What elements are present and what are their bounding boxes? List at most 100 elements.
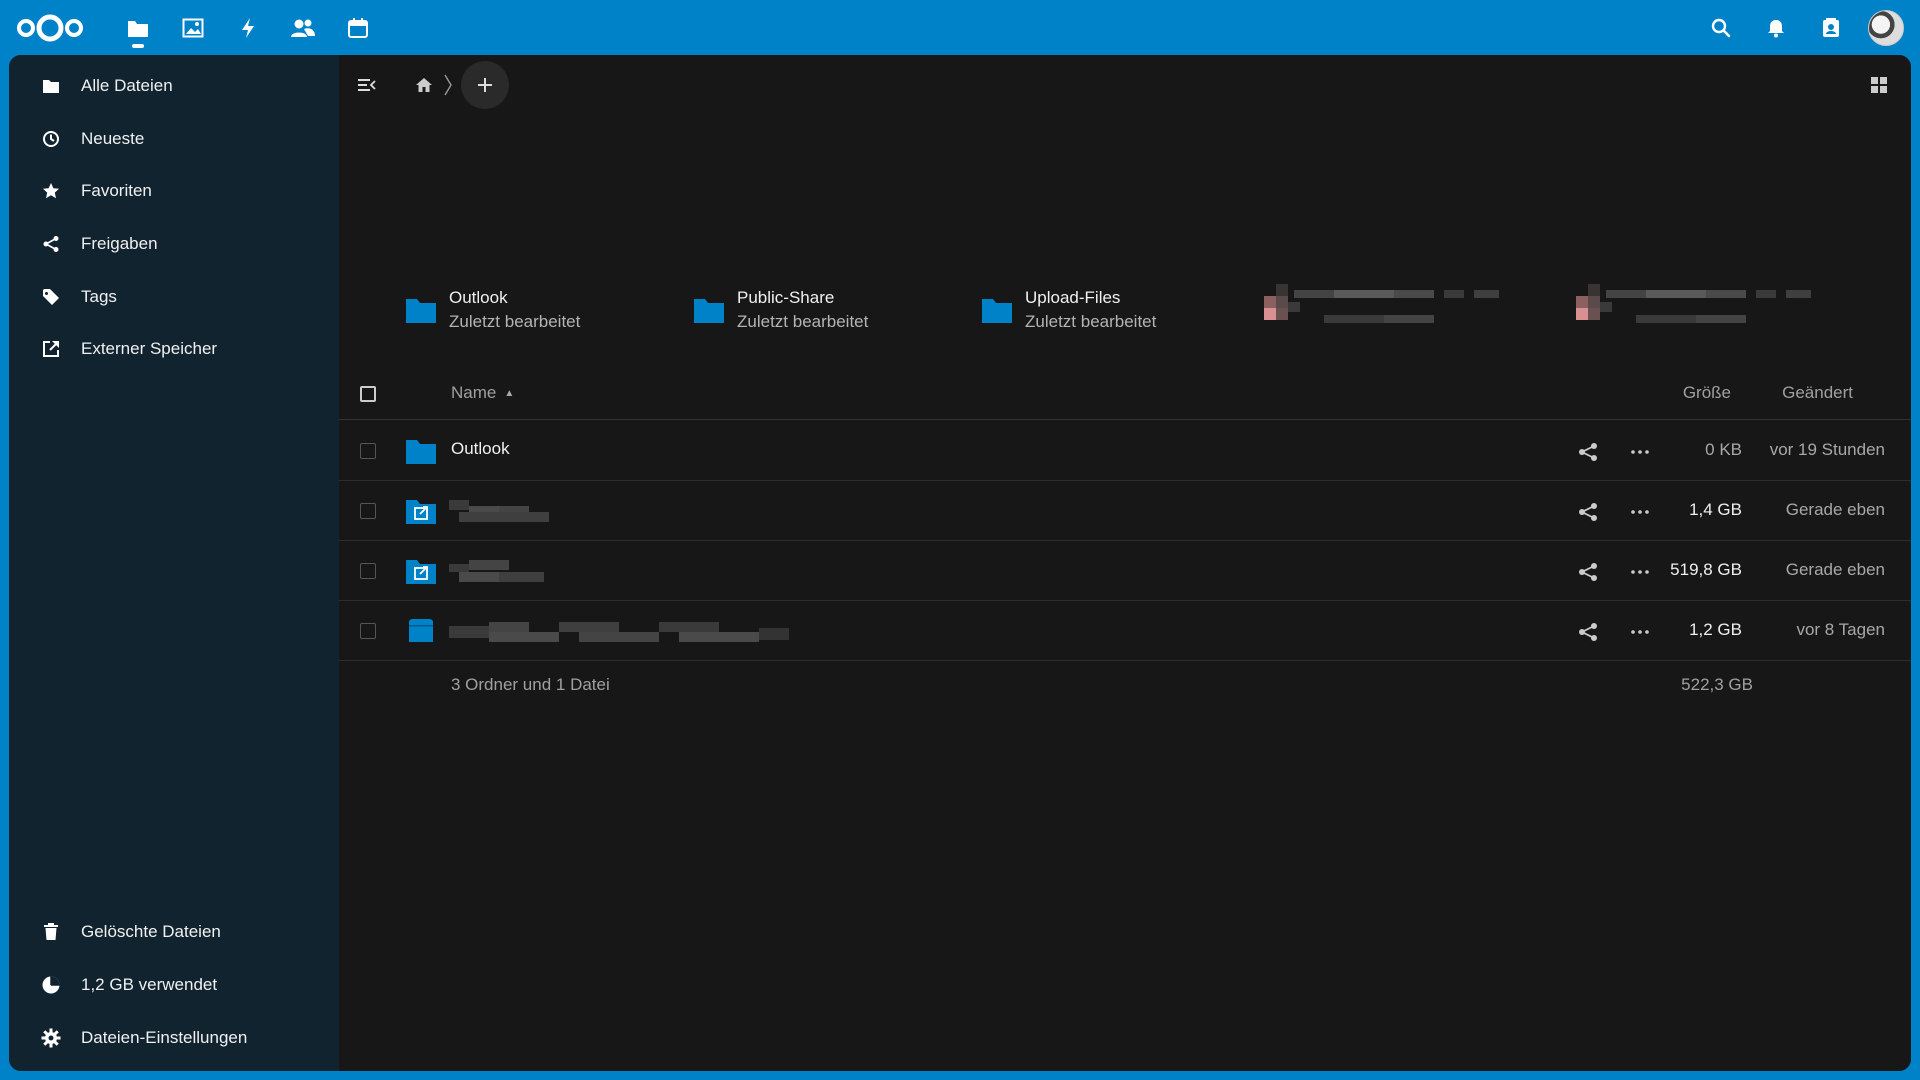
recommended-file-sub: Zuletzt bearbeitet xyxy=(449,312,581,331)
nextcloud-logo[interactable] xyxy=(16,13,84,43)
folder-icon xyxy=(41,76,61,96)
files-main: Outlook Zuletzt bearbeitet Public-Share … xyxy=(339,55,1911,1071)
column-size-header[interactable]: Größe xyxy=(1683,383,1731,403)
nav-item-label: Neueste xyxy=(81,128,145,148)
file-modified: vor 8 Tagen xyxy=(1796,620,1885,639)
recommended-file-name: Upload-Files xyxy=(1025,288,1121,307)
nav-item-favorites[interactable]: Favoriten xyxy=(17,169,331,213)
files-icon[interactable] xyxy=(110,0,165,55)
more-actions-icon[interactable] xyxy=(1629,561,1651,583)
nav-item-shares[interactable]: Freigaben xyxy=(17,222,331,266)
share-icon[interactable] xyxy=(1577,621,1599,643)
row-checkbox[interactable] xyxy=(360,623,376,639)
nav-item-external-storage[interactable]: Externer Speicher xyxy=(17,327,331,371)
clock-icon xyxy=(41,129,61,149)
more-actions-icon[interactable] xyxy=(1629,501,1651,523)
recommended-file-name: Outlook xyxy=(449,288,508,307)
more-actions-icon[interactable] xyxy=(1629,621,1651,643)
share-icon[interactable] xyxy=(1577,561,1599,583)
grid-icon xyxy=(1871,77,1887,93)
file-list-summary: 3 Ordner und 1 Datei xyxy=(451,675,610,694)
row-checkbox[interactable] xyxy=(360,563,376,579)
share-icon[interactable] xyxy=(1577,441,1599,463)
gear-icon xyxy=(41,1028,61,1048)
calendar-icon[interactable] xyxy=(330,0,385,55)
nav-item-recent[interactable]: Neueste xyxy=(17,117,331,161)
share-icon[interactable] xyxy=(1577,501,1599,523)
nav-item-label: Tags xyxy=(81,286,117,306)
sort-ascending-icon: ▲ xyxy=(504,388,515,400)
recommended-file-sub: Zuletzt bearbeitet xyxy=(1025,312,1157,331)
file-name[interactable]: Outlook xyxy=(451,439,510,459)
row-checkbox[interactable] xyxy=(360,503,376,519)
redacted-file-name[interactable] xyxy=(449,620,789,642)
toggle-navigation-button[interactable] xyxy=(345,63,389,107)
recommended-file-sub: Zuletzt bearbeitet xyxy=(737,312,869,331)
file-modified: Gerade eben xyxy=(1785,560,1885,579)
file-modified: vor 19 Stunden xyxy=(1769,440,1885,459)
search-icon[interactable] xyxy=(1693,0,1748,55)
nav-item-label: Favoriten xyxy=(81,181,152,201)
nav-item-files-settings[interactable]: Dateien-Einstellungen xyxy=(17,1016,331,1060)
redacted-recommendation[interactable] xyxy=(1264,282,1544,332)
bell-icon[interactable] xyxy=(1748,0,1803,55)
avatar[interactable] xyxy=(1868,9,1904,46)
file-list-total-size: 522,3 GB xyxy=(1681,675,1753,694)
contacts-icon[interactable] xyxy=(275,0,330,55)
file-list-header: Name ▲ Größe Geändert xyxy=(339,365,1911,420)
column-name-label: Name xyxy=(451,383,497,402)
file-size: 0 KB xyxy=(1705,440,1742,459)
recommended-file[interactable]: Public-Share Zuletzt bearbeitet xyxy=(693,280,868,340)
table-row[interactable]: 1,2 GB vor 8 Tagen xyxy=(339,601,1911,661)
column-name-header[interactable]: Name ▲ xyxy=(451,383,514,403)
folder-icon xyxy=(982,299,1012,323)
file-icon xyxy=(409,619,433,642)
quota-indicator[interactable]: 1,2 GB verwendet xyxy=(17,963,331,1007)
nav-item-label: Alle Dateien xyxy=(81,76,173,95)
file-modified: Gerade eben xyxy=(1785,500,1885,519)
nav-item-tags[interactable]: Tags xyxy=(17,275,331,319)
photos-icon[interactable] xyxy=(165,0,220,55)
tag-icon xyxy=(41,287,61,307)
nav-item-deleted-files[interactable]: Gelöschte Dateien xyxy=(17,910,331,954)
recommended-file[interactable]: Outlook Zuletzt bearbeitet xyxy=(405,280,580,340)
app-navigation: Alle Dateien Neueste Favoriten Freigaben… xyxy=(9,55,339,1071)
app-content: Alle Dateien Neueste Favoriten Freigaben… xyxy=(9,55,1911,1071)
folder-icon xyxy=(694,299,724,323)
contacts-menu-icon[interactable] xyxy=(1803,0,1858,55)
external-folder-icon xyxy=(406,500,436,524)
share-icon xyxy=(41,234,61,254)
nav-item-label: Freigaben xyxy=(81,234,158,254)
plus-icon xyxy=(478,78,492,92)
more-actions-icon[interactable] xyxy=(1629,441,1651,463)
redacted-recommendation[interactable] xyxy=(1576,282,1856,332)
new-button[interactable] xyxy=(461,61,509,109)
redacted-file-name[interactable] xyxy=(449,500,549,522)
external-storage-icon xyxy=(41,339,61,359)
breadcrumb-separator xyxy=(439,73,457,97)
external-folder-icon xyxy=(406,560,436,584)
table-row[interactable]: Outlook 0 KB vor 19 Stunden xyxy=(339,421,1911,481)
nav-item-all-files[interactable]: Alle Dateien xyxy=(17,64,331,108)
folder-icon xyxy=(406,299,436,323)
trash-icon xyxy=(41,922,61,942)
column-modified-header[interactable]: Geändert xyxy=(1782,383,1853,403)
nav-item-label: Gelöschte Dateien xyxy=(81,922,221,941)
nav-item-label: Externer Speicher xyxy=(81,339,218,359)
file-size: 1,2 GB xyxy=(1689,620,1742,639)
select-all-checkbox[interactable] xyxy=(360,386,376,402)
activity-icon[interactable] xyxy=(220,0,275,55)
quota-label: 1,2 GB verwendet xyxy=(81,975,218,994)
file-size: 519,8 GB xyxy=(1670,560,1742,579)
recommended-file-name: Public-Share xyxy=(737,288,835,307)
table-row[interactable]: 519,8 GB Gerade eben xyxy=(339,541,1911,601)
table-row[interactable]: 1,4 GB Gerade eben xyxy=(339,481,1911,541)
breadcrumb-home[interactable] xyxy=(409,63,439,107)
redacted-file-name[interactable] xyxy=(449,560,549,582)
star-icon xyxy=(41,181,61,201)
recommended-file[interactable]: Upload-Files Zuletzt bearbeitet xyxy=(981,280,1156,340)
nav-item-label: Dateien-Einstellungen xyxy=(81,1028,248,1047)
grid-view-toggle[interactable] xyxy=(1857,63,1901,107)
recommended-files: Outlook Zuletzt bearbeitet Public-Share … xyxy=(339,280,1911,340)
row-checkbox[interactable] xyxy=(360,443,376,459)
